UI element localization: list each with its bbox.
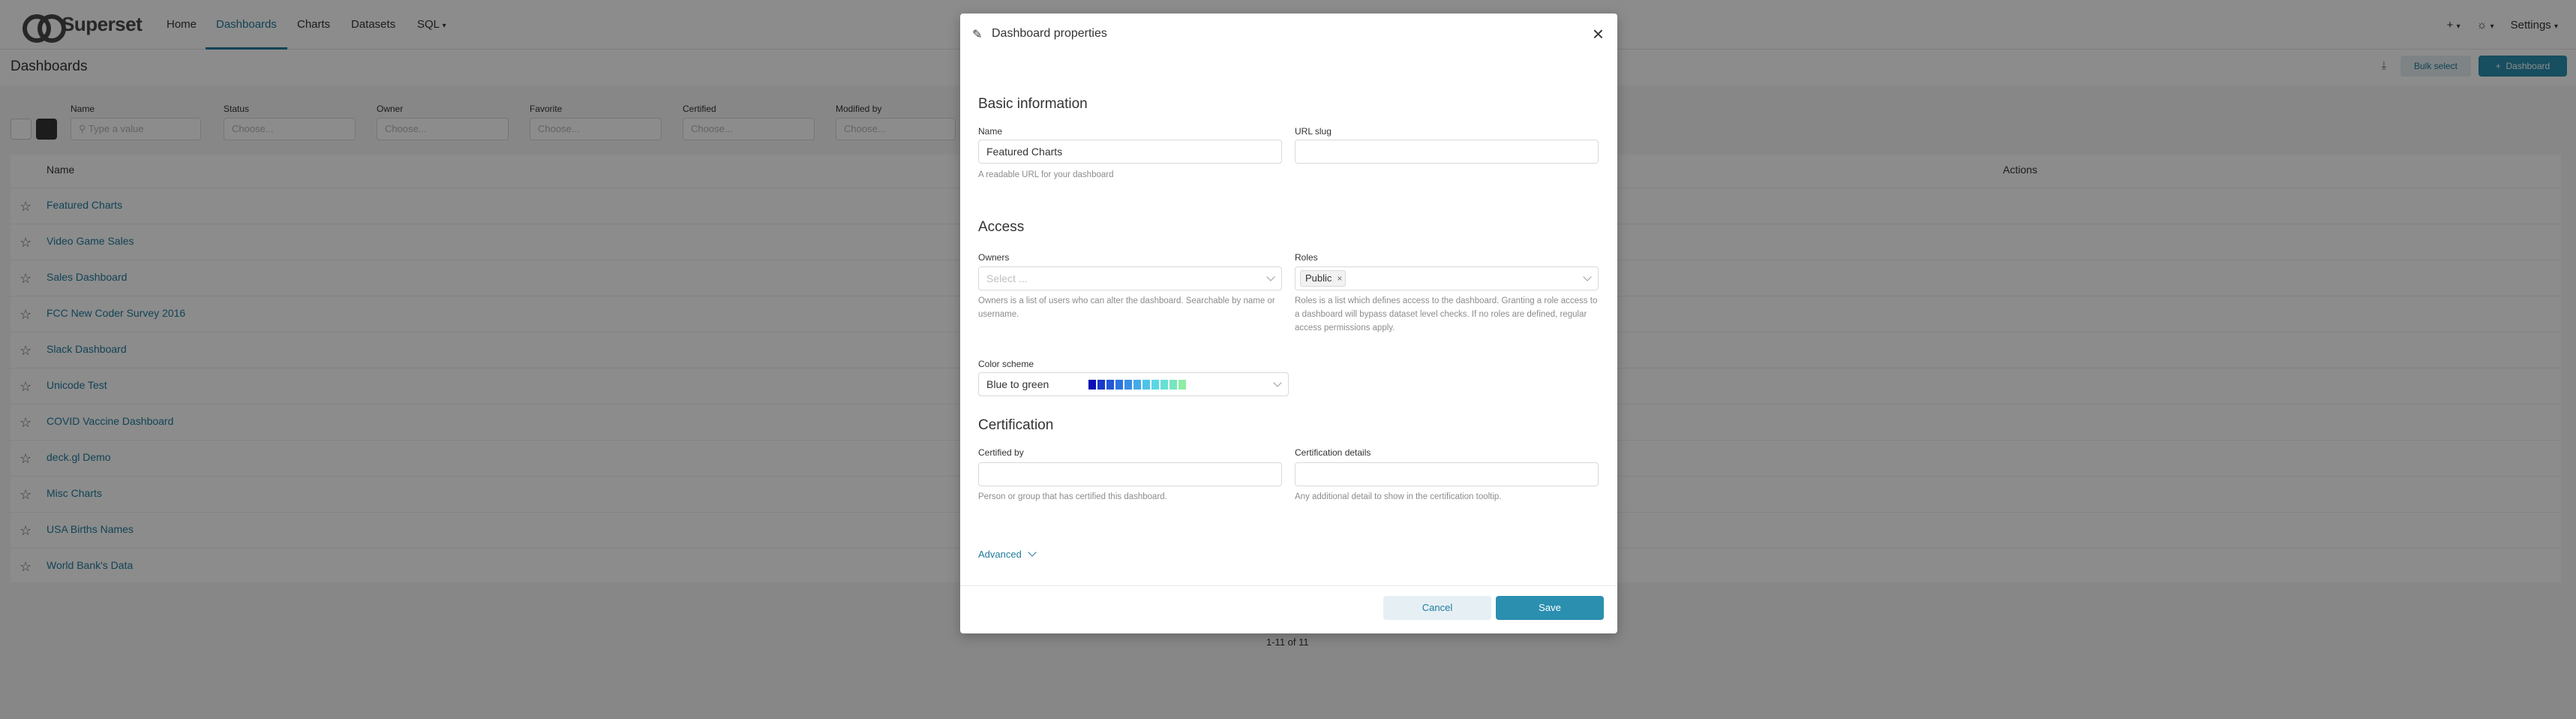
save-button[interactable]: Save	[1496, 596, 1604, 620]
color-swatch	[1151, 380, 1159, 390]
section-access: Access	[978, 219, 1025, 235]
close-icon[interactable]: ×	[1593, 24, 1604, 44]
color-swatch	[1133, 380, 1141, 390]
certified-by-help-text: Person or group that has certified this …	[978, 492, 1167, 501]
owners-select[interactable]: Select ...	[978, 266, 1282, 290]
modal-header: ✎ Dashboard properties ×	[960, 14, 1617, 57]
role-tag-label: Public	[1305, 272, 1332, 284]
cancel-button[interactable]: Cancel	[1383, 596, 1491, 620]
owners-label: Owners	[978, 252, 1010, 263]
advanced-label: Advanced	[978, 549, 1022, 560]
color-swatch	[1106, 380, 1114, 390]
pencil-icon: ✎	[972, 29, 983, 41]
chevron-down-icon	[1273, 378, 1282, 387]
url-slug-label: URL slug	[1295, 126, 1332, 137]
chevron-down-icon	[1028, 548, 1037, 557]
remove-tag-icon[interactable]: ×	[1337, 271, 1342, 286]
color-swatch	[1178, 380, 1186, 390]
name-help-text: A readable URL for your dashboard	[978, 170, 1114, 179]
section-basic-information: Basic information	[978, 96, 1088, 112]
certification-details-help-text: Any additional detail to show in the cer…	[1295, 492, 1502, 501]
section-certification: Certification	[978, 417, 1054, 433]
certified-by-input[interactable]	[978, 462, 1282, 486]
roles-select[interactable]: Public ×	[1295, 266, 1599, 290]
color-swatch	[1169, 380, 1177, 390]
url-slug-input[interactable]	[1295, 140, 1599, 164]
color-swatch	[1124, 380, 1132, 390]
chevron-down-icon	[1583, 272, 1592, 281]
dashboard-properties-modal: ✎ Dashboard properties × Basic informati…	[960, 14, 1617, 633]
owners-help-text: Owners is a list of users who can alter …	[978, 296, 1275, 319]
color-scheme-label: Color scheme	[978, 359, 1034, 369]
roles-help-text: Roles is a list which defines access to …	[1295, 296, 1598, 332]
name-input[interactable]: Featured Charts	[978, 140, 1282, 164]
owners-placeholder: Select ...	[986, 272, 1028, 284]
modal-title: Dashboard properties	[992, 27, 1107, 40]
certified-by-label: Certified by	[978, 447, 1024, 458]
color-scheme-value: Blue to green	[986, 378, 1049, 390]
color-swatch	[1160, 380, 1168, 390]
color-swatch	[1097, 380, 1105, 390]
advanced-toggle[interactable]: Advanced	[978, 548, 1037, 560]
certification-details-input[interactable]	[1295, 462, 1599, 486]
color-scheme-swatches	[1088, 380, 1186, 390]
chevron-down-icon	[1266, 272, 1275, 281]
name-label: Name	[978, 126, 1003, 137]
color-scheme-select[interactable]: Blue to green	[978, 372, 1289, 396]
color-swatch	[1115, 380, 1123, 390]
certification-details-label: Certification details	[1295, 447, 1371, 458]
roles-label: Roles	[1295, 252, 1318, 263]
color-swatch	[1142, 380, 1150, 390]
role-tag: Public ×	[1300, 270, 1347, 287]
color-swatch	[1088, 380, 1096, 390]
